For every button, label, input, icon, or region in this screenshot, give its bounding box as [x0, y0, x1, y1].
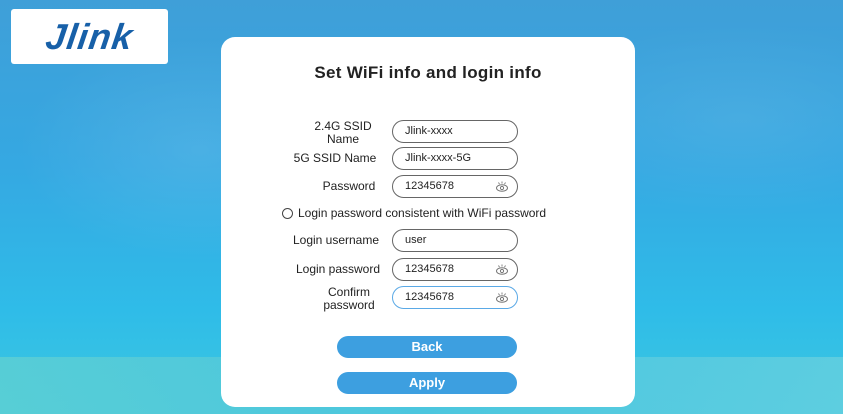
login-username-label: Login username — [292, 233, 380, 247]
ssid-24-label: 2.4G SSID Name — [314, 119, 372, 146]
settings-card: Set WiFi info and login info 2.4G SSID N… — [221, 37, 635, 407]
wifi-password-value: 12345678 — [405, 180, 454, 192]
back-button[interactable]: Back — [337, 336, 517, 358]
ssid-24-value: Jlink-xxxx — [405, 125, 453, 137]
eye-icon[interactable] — [495, 180, 509, 194]
brand-logo-text: Jlink — [43, 15, 136, 57]
login-password-input[interactable]: 12345678 — [392, 258, 518, 281]
confirm-password-value: 12345678 — [405, 291, 454, 303]
ssid-5-label: 5G SSID Name — [293, 151, 377, 165]
login-username-value: user — [405, 234, 427, 246]
eye-icon[interactable] — [495, 291, 509, 305]
confirm-password-input[interactable]: 12345678 — [392, 286, 518, 309]
ssid-5-value: Jlink-xxxx-5G — [405, 152, 472, 164]
brand-logo: Jlink — [11, 9, 168, 64]
apply-button[interactable]: Apply — [337, 372, 517, 394]
eye-icon[interactable] — [495, 263, 509, 277]
ssid-5-input[interactable]: Jlink-xxxx-5G — [392, 147, 518, 170]
consistent-password-radio[interactable] — [282, 207, 293, 219]
consistent-password-option[interactable]: Login password consistent with WiFi pass… — [282, 206, 546, 220]
login-password-value: 12345678 — [405, 263, 454, 275]
wifi-password-label: Password — [322, 179, 376, 193]
wifi-password-input[interactable]: 12345678 — [392, 175, 518, 198]
page-title: Set WiFi info and login info — [314, 63, 542, 82]
confirm-password-label: Confirm password — [323, 285, 375, 312]
consistent-password-label: Login password consistent with WiFi pass… — [298, 206, 547, 220]
login-username-input[interactable]: user — [392, 229, 518, 252]
ssid-24-input[interactable]: Jlink-xxxx — [392, 120, 518, 143]
login-password-label: Login password — [295, 262, 381, 276]
